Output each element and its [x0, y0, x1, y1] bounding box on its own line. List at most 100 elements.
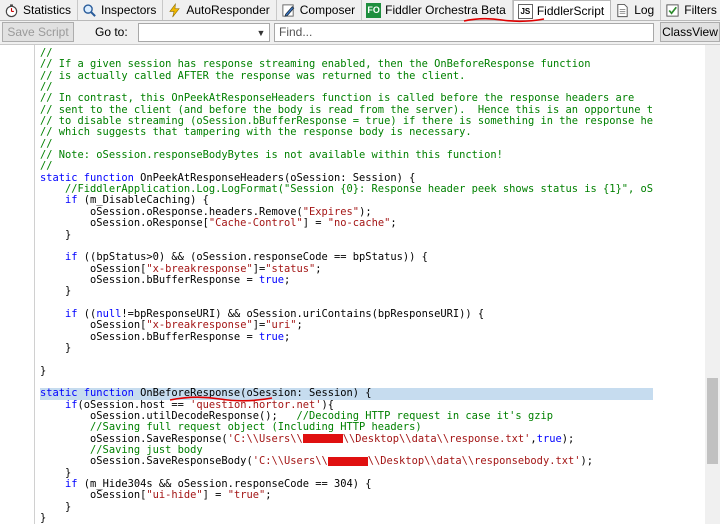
tab-label: Inspectors [101, 3, 157, 17]
tab-autoresponder[interactable]: AutoResponder [163, 0, 277, 20]
code-token: 'C:\\Users\\ [252, 455, 328, 468]
code-token: \\Desktop\\data\\responsebody.txt' [367, 455, 581, 468]
code-line[interactable]: // is actually called AFTER the response… [40, 69, 653, 82]
code-token: ){ [321, 398, 335, 411]
classview-button[interactable]: ClassView [660, 22, 720, 42]
code-token: } [40, 285, 72, 298]
code-line[interactable]: } [40, 364, 653, 377]
code-token: } [40, 228, 72, 241]
tab-label: Fiddler Orchestra Beta [385, 3, 506, 17]
vertical-scrollbar[interactable] [705, 45, 720, 524]
code-token: // [40, 137, 53, 150]
tab-inspectors[interactable]: Inspectors [78, 0, 164, 20]
code-token: //FiddlerApplication.Log.LogFormat("Sess… [40, 183, 654, 196]
tab-statistics[interactable]: Statistics [0, 0, 79, 20]
code-token: ); [561, 432, 575, 445]
code-token: if [65, 307, 78, 320]
code-token: "Cache-Control" [208, 217, 303, 230]
tab-label: FiddlerScript [536, 4, 605, 18]
code-token: oSession.SaveResponse( [40, 432, 228, 445]
code-token: } [40, 500, 72, 513]
code-token: oSession.oResponse.headers.Remove( [40, 205, 303, 218]
code-line[interactable]: } [40, 342, 653, 354]
code-token: "true" [227, 489, 266, 502]
code-token: // is actually called AFTER the response… [40, 69, 466, 82]
code-token: oSession.bBufferResponse = [40, 273, 259, 286]
code-token: oSession.SaveResponseBody( [40, 455, 253, 468]
document-icon [615, 3, 630, 18]
code-line[interactable]: oSession.oResponse["Cache-Control"] = "n… [40, 217, 653, 230]
scrollbar-thumb[interactable] [707, 378, 718, 464]
tab-fiddler-orchestra-beta[interactable]: FO Fiddler Orchestra Beta [362, 0, 513, 20]
code-token: oSession.oResponse[ [40, 217, 209, 230]
code-line[interactable]: // which suggests that tampering with th… [40, 127, 653, 138]
code-line[interactable]: oSession.bBufferResponse = true; [40, 273, 653, 286]
code-line[interactable]: oSession["ui-hide"] = "true"; [40, 490, 653, 501]
tab-filters[interactable]: Filters [661, 0, 720, 20]
code-token: "x-breakresponse" [146, 319, 253, 332]
save-script-button[interactable]: Save Script [2, 22, 74, 42]
code-token: ]= [252, 262, 266, 275]
code-line[interactable]: oSession.bBufferResponse = true; [40, 330, 653, 343]
tab-fiddlerscript[interactable]: JS FiddlerScript [512, 0, 612, 20]
tab-label: Composer [299, 3, 356, 17]
code-token: "no-cache" [327, 217, 391, 230]
code-token: oSession.bBufferResponse = [40, 330, 259, 343]
code-line[interactable]: } [40, 228, 653, 241]
code-token: OnBeforeResponse(oSession: Session) { [140, 387, 372, 400]
code-token: 'C:\\Users\\ [227, 432, 303, 445]
code-token: // [40, 81, 53, 94]
code-token: oSession.utilDecodeResponse(); [40, 410, 297, 422]
code-line[interactable]: oSession.SaveResponseBody('C:\\Users\\ \\… [40, 456, 653, 467]
code-token: (m_Hide304s && oSession.responseCode == … [77, 478, 372, 491]
code-token: } [40, 364, 47, 377]
code-token: ]= [252, 319, 266, 332]
code-token: static function [40, 387, 141, 400]
code-line[interactable]: } [40, 500, 653, 513]
code-token: //Decoding HTTP request in case it's gzi… [296, 410, 553, 422]
code-token: //Saving just body [40, 444, 203, 457]
code-token: true [536, 432, 562, 445]
code-token: //Saving full request object (Including … [40, 421, 422, 434]
code-token: "Expires" [302, 205, 360, 218]
code-token: !=bpResponseURI) && oSession.uriContains… [121, 307, 485, 320]
code-line[interactable] [40, 354, 653, 365]
code-token: // sent to the client (and before the bo… [40, 103, 654, 116]
code-line[interactable]: // Note: oSession.responseBodyBytes is n… [40, 149, 653, 161]
code-token: oSession[ [40, 489, 147, 502]
goto-select[interactable]: ▼ [138, 23, 270, 42]
tab-label: AutoResponder [186, 3, 270, 17]
code-token: ); [359, 205, 372, 218]
code-area[interactable]: //// If a given session has response str… [40, 47, 654, 524]
code-token: // to disable streaming (oSession.bBuffe… [40, 115, 654, 128]
redaction-mark [302, 434, 343, 444]
code-token: true [258, 330, 284, 343]
chevron-down-icon[interactable]: ▼ [253, 24, 269, 41]
code-token: "ui-hide" [146, 489, 203, 502]
code-line[interactable]: } [40, 286, 653, 297]
code-token: ; [296, 319, 303, 332]
tab-composer[interactable]: Composer [277, 0, 363, 20]
code-token: // which suggests that tampering with th… [40, 126, 472, 139]
find-input[interactable]: Find... [274, 23, 654, 42]
goto-label: Go to: [95, 25, 128, 39]
tab-label: Statistics [23, 3, 72, 17]
tab-log[interactable]: Log [611, 0, 662, 20]
tab-label: Log [634, 3, 655, 17]
code-token: (oSession.host == [77, 398, 191, 411]
code-token: "uri" [265, 319, 297, 332]
code-token: if [65, 251, 78, 264]
code-token: ); [580, 455, 593, 468]
code-token: } [40, 466, 72, 479]
script-editor[interactable]: //// If a given session has response str… [0, 45, 705, 524]
js-icon: JS [517, 3, 533, 19]
code-token: (m_DisableCaching) { [77, 194, 209, 207]
fo-icon: FO [366, 2, 382, 18]
script-toolbar: Save Script Go to: ▼ Find... ClassView [0, 21, 720, 45]
code-line[interactable]: } [40, 512, 653, 524]
code-token: "status" [265, 262, 316, 275]
redaction-mark [327, 456, 368, 466]
